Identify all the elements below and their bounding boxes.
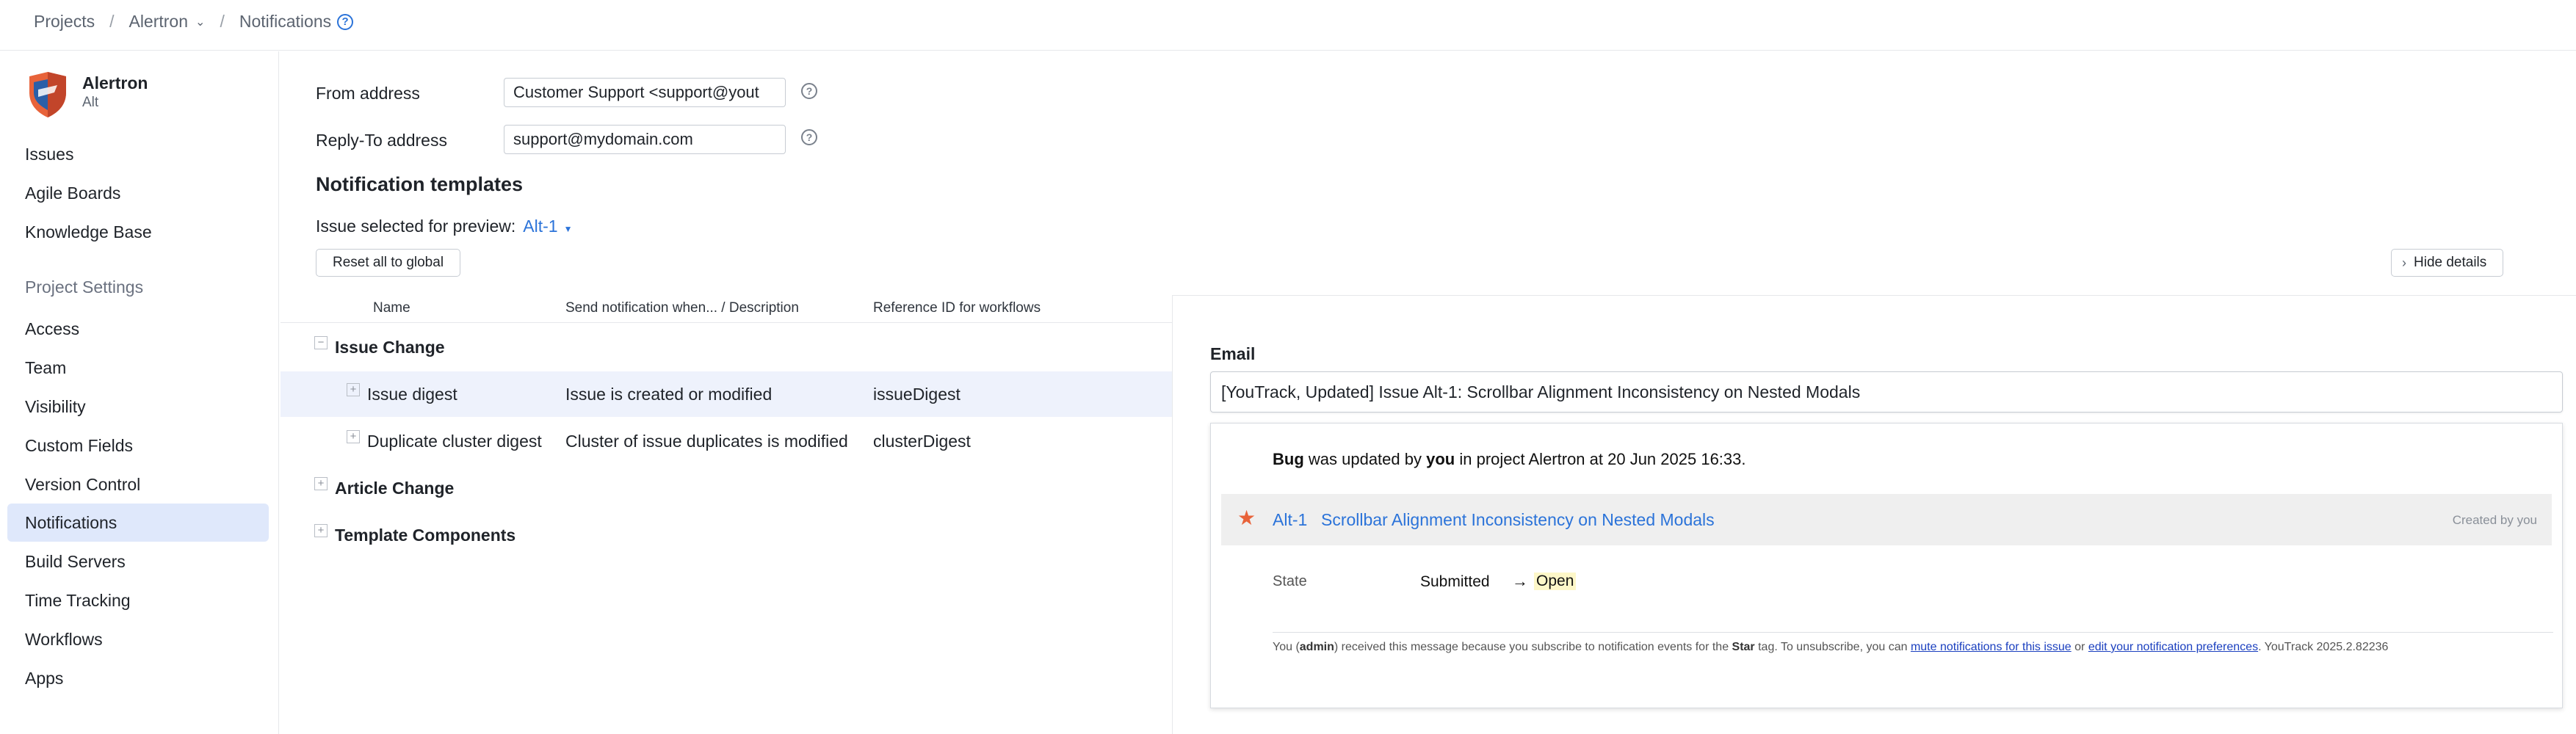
sidebar-item-version-control[interactable]: Version Control — [7, 465, 269, 504]
collapse-icon[interactable]: − — [314, 336, 328, 349]
hide-details-label: Hide details — [2414, 255, 2486, 270]
row-name: Template Components — [335, 526, 515, 545]
sidebar-item-time-tracking[interactable]: Time Tracking — [7, 581, 269, 619]
project-name: Alertron — [82, 73, 148, 93]
issue-card: ★ Alt-1 Scrollbar Alignment Inconsistenc… — [1221, 494, 2552, 545]
preview-issue-select[interactable]: Alt-1 — [523, 217, 557, 236]
expand-icon[interactable]: + — [314, 477, 328, 490]
column-reference-id: Reference ID for workflows — [873, 300, 1041, 316]
row-name: Article Change — [335, 479, 454, 498]
row-description: Issue is created or modified — [565, 385, 772, 404]
project-settings-heading: Project Settings — [25, 277, 143, 297]
project-logo-icon — [25, 70, 70, 119]
row-reference-id: issueDigest — [873, 385, 960, 404]
templates-table-header: Name Send notification when... / Descrip… — [281, 295, 1172, 323]
sidebar-item-build-servers[interactable]: Build Servers — [7, 542, 269, 581]
state-new-value: Open — [1534, 573, 1576, 590]
top-bar: Projects / Alertron ⌄ / Notifications ? — [0, 0, 2576, 51]
star-icon: ★ — [1237, 508, 1256, 528]
summary-user: you — [1426, 450, 1455, 468]
state-label: State — [1273, 573, 1307, 590]
sidebar-item-team[interactable]: Team — [7, 349, 269, 387]
table-row-group[interactable]: + Article Change — [281, 465, 1172, 511]
sidebar-item-workflows[interactable]: Workflows — [7, 620, 269, 658]
table-row[interactable]: + Duplicate cluster digest Cluster of is… — [281, 418, 1172, 464]
sidebar-item-notifications[interactable]: Notifications — [7, 504, 269, 542]
sidebar-item-access[interactable]: Access — [7, 310, 269, 348]
issue-title-link[interactable]: Scrollbar Alignment Inconsistency on Nes… — [1321, 510, 1715, 530]
sidebar-item-visibility[interactable]: Visibility — [7, 388, 269, 426]
email-footer: You (admin) received this message becaus… — [1273, 641, 2388, 654]
footer-user: admin — [1300, 641, 1334, 653]
sidebar-item-issues[interactable]: Issues — [7, 135, 269, 173]
chevron-right-icon: › — [2402, 250, 2406, 276]
state-old-value: Submitted — [1420, 573, 1490, 591]
footer-text: You ( — [1273, 641, 1300, 653]
divider — [1273, 632, 2553, 633]
sidebar-item-agile-boards[interactable]: Agile Boards — [7, 174, 269, 212]
breadcrumb-alertron[interactable]: Alertron — [129, 12, 188, 32]
summary-text: in project Alertron at 20 Jun 2025 16:33… — [1455, 450, 1745, 468]
issue-type: Bug — [1273, 450, 1304, 468]
mute-notifications-link[interactable]: mute notifications for this issue — [1911, 641, 2072, 653]
email-subject[interactable]: [YouTrack, Updated] Issue Alt-1: Scrollb… — [1210, 371, 2563, 413]
reset-all-button[interactable]: Reset all to global — [316, 249, 460, 277]
edit-preferences-link[interactable]: edit your notification preferences — [2088, 641, 2258, 653]
breadcrumb-projects[interactable]: Projects — [34, 12, 95, 32]
email-label: Email — [1210, 344, 1255, 364]
from-address-input[interactable]: Customer Support <support@yout — [504, 78, 786, 107]
expand-icon[interactable]: + — [347, 383, 360, 396]
column-name: Name — [373, 300, 410, 316]
table-row-group[interactable]: + Template Components — [281, 512, 1172, 558]
table-row[interactable]: + Issue digest Issue is created or modif… — [281, 371, 1172, 417]
from-address-label: From address — [316, 84, 420, 103]
project-header[interactable]: Alertron Alt — [25, 70, 70, 119]
footer-text: tag. To unsubscribe, you can — [1755, 641, 1911, 653]
question-icon[interactable]: ? — [801, 83, 817, 99]
hide-details-button[interactable]: › Hide details — [2391, 249, 2503, 277]
row-description: Cluster of issue duplicates is modified — [565, 432, 848, 451]
question-icon[interactable]: ? — [801, 129, 817, 145]
reply-to-input[interactable]: support@mydomain.com — [504, 125, 786, 154]
project-short-name: Alt — [82, 95, 98, 111]
footer-text: ) received this message because you subs… — [1334, 641, 1732, 653]
summary-text: was updated by — [1304, 450, 1426, 468]
expand-icon[interactable]: + — [347, 430, 360, 443]
preview-label: Issue selected for preview: — [316, 217, 515, 236]
preview-selector: Issue selected for preview: Alt-1 ▼ — [316, 217, 572, 236]
chevron-down-icon[interactable]: ⌄ — [195, 15, 205, 29]
sidebar-item-knowledge-base[interactable]: Knowledge Base — [7, 213, 269, 251]
breadcrumb-separator: / — [109, 12, 114, 32]
sidebar: Alertron Alt Issues Agile Boards Knowled… — [0, 51, 279, 734]
issue-id-link[interactable]: Alt-1 — [1273, 510, 1307, 530]
reply-to-label: Reply-To address — [316, 131, 447, 150]
breadcrumb: Projects / Alertron ⌄ / Notifications ? — [34, 12, 353, 32]
table-row-group[interactable]: − Issue Change — [281, 324, 1172, 370]
footer-tag: Star — [1732, 641, 1755, 653]
footer-text: or — [2072, 641, 2088, 653]
email-summary-line: Bug was updated by you in project Alertr… — [1273, 450, 1746, 469]
created-by: Created by you — [2453, 513, 2537, 528]
expand-icon[interactable]: + — [314, 524, 328, 537]
caret-down-icon[interactable]: ▼ — [564, 224, 573, 234]
row-name: Issue Change — [335, 338, 445, 357]
row-name: Issue digest — [367, 385, 457, 404]
sidebar-item-apps[interactable]: Apps — [7, 659, 269, 697]
breadcrumb-separator: / — [220, 12, 224, 32]
row-reference-id: clusterDigest — [873, 432, 971, 451]
footer-text: . YouTrack 2025.2.82236 — [2258, 641, 2388, 653]
breadcrumb-notifications: Notifications — [239, 12, 331, 32]
help-icon[interactable]: ? — [337, 14, 353, 30]
email-preview: Bug was updated by you in project Alertr… — [1210, 423, 2563, 708]
column-description: Send notification when... / Description — [565, 300, 799, 316]
sidebar-item-custom-fields[interactable]: Custom Fields — [7, 426, 269, 465]
row-name: Duplicate cluster digest — [367, 432, 542, 451]
arrow-right-icon: → — [1512, 572, 1528, 591]
notification-templates-heading: Notification templates — [316, 173, 523, 196]
